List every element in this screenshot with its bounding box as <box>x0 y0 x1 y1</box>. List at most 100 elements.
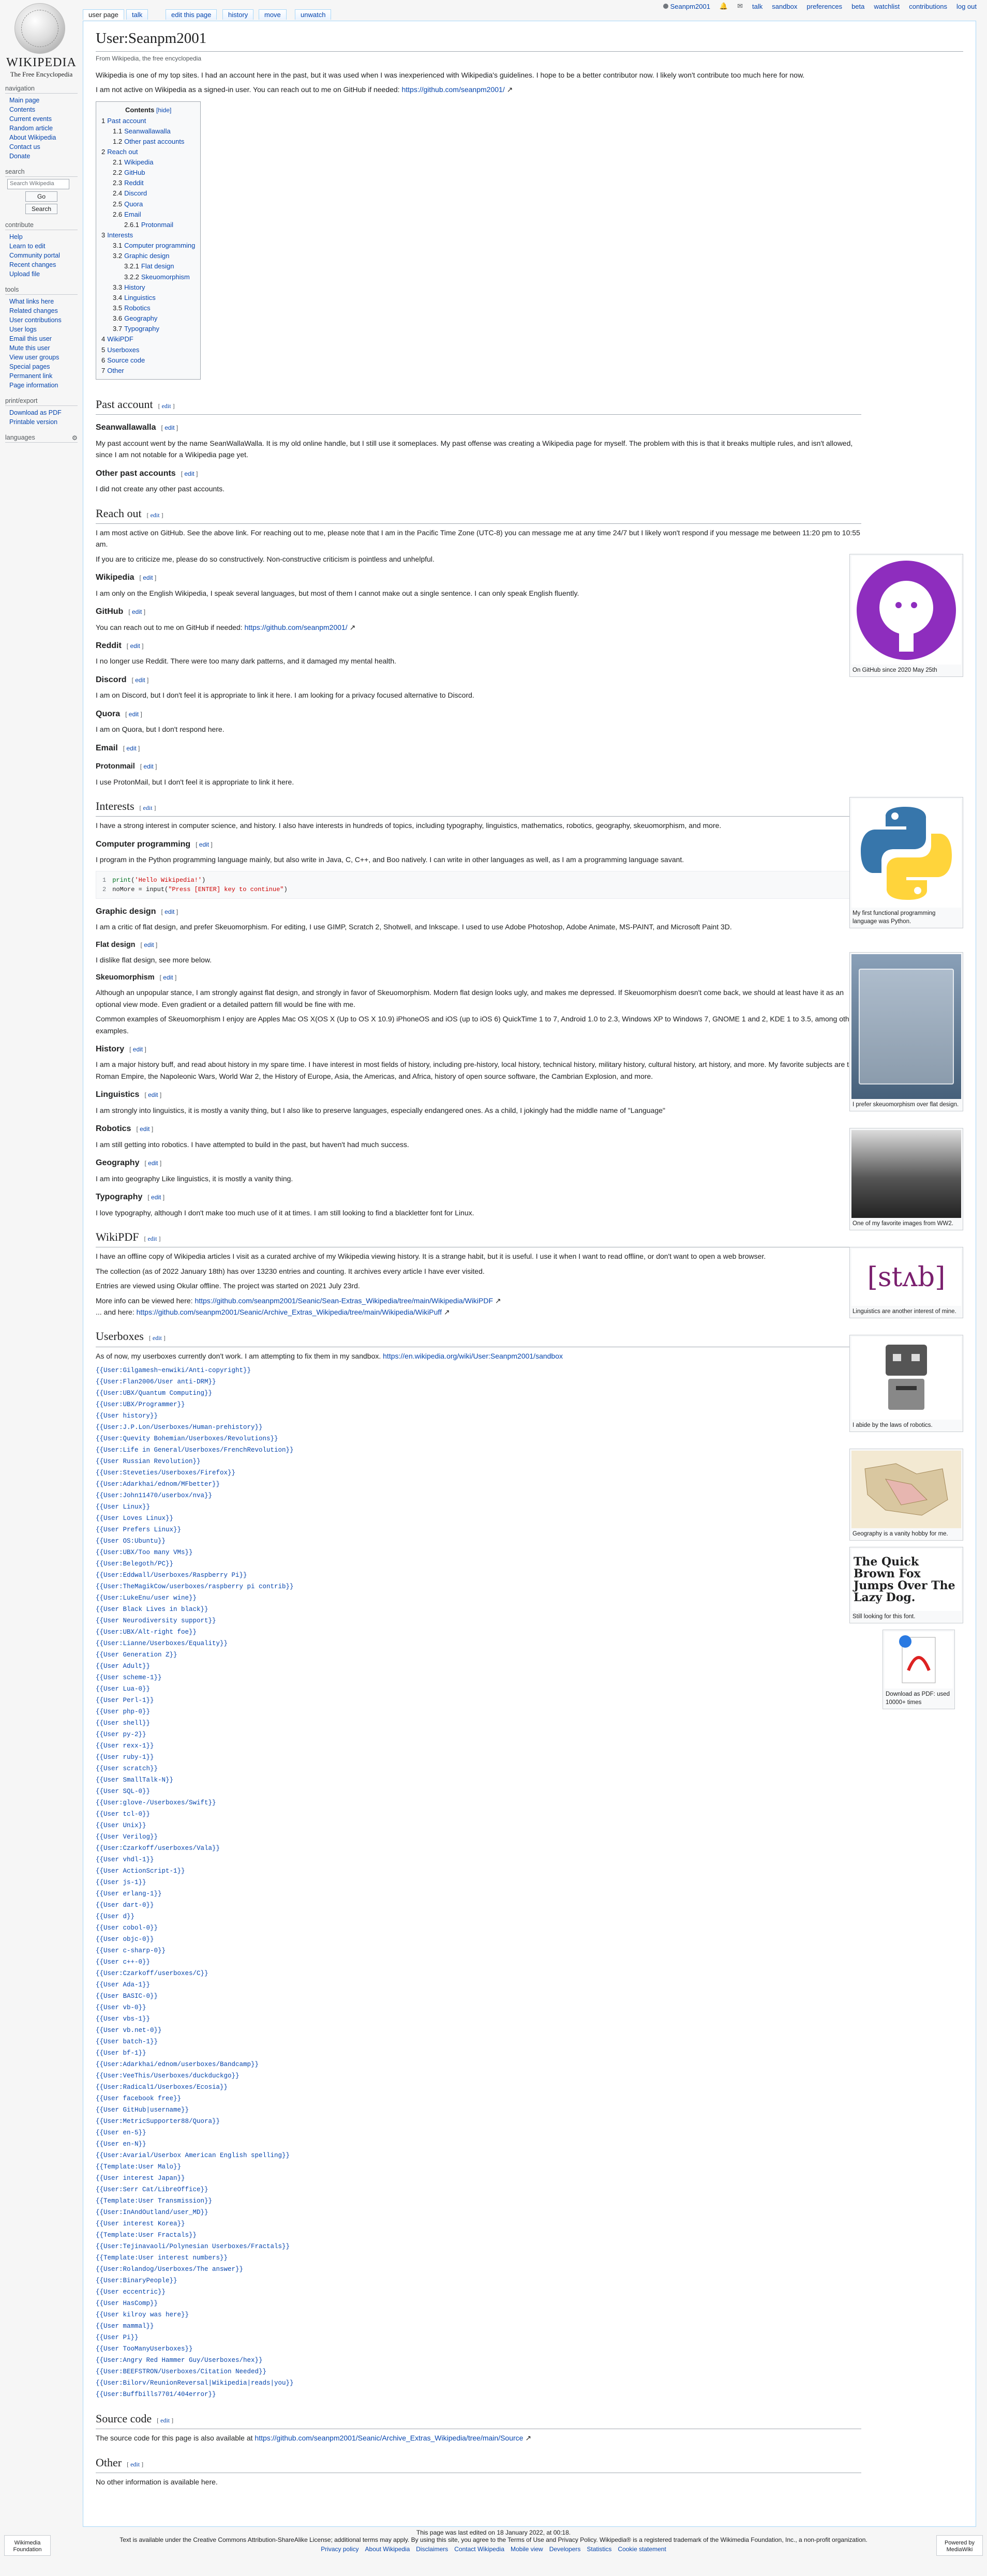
edit-link[interactable]: edit <box>153 1334 162 1342</box>
thumbnail[interactable]: Geography is a vanity hobby for me. <box>849 1449 963 1541</box>
toc-link[interactable]: Linguistics <box>124 294 156 302</box>
userbox-link[interactable]: {{User SmallTalk-N}} <box>96 1776 173 1784</box>
userbox-link[interactable]: {{User php-0}} <box>96 1708 150 1715</box>
sidebar-contribute-item[interactable]: Learn to edit <box>5 242 78 251</box>
sidebar-contribute-item[interactable]: Community portal <box>5 251 78 260</box>
toc-item[interactable]: 2.2 GitHub <box>101 168 195 178</box>
userbox-link[interactable]: {{User Pi}} <box>96 2334 139 2341</box>
toc-link[interactable]: Robotics <box>124 304 151 312</box>
edit-link[interactable]: edit <box>147 1235 157 1242</box>
userbox-link[interactable]: {{User Linux}} <box>96 1503 150 1511</box>
userbox-link[interactable]: {{User:Buffbills7701/404error}} <box>96 2391 216 2398</box>
edit-link[interactable]: edit <box>199 841 209 848</box>
toc-item[interactable]: 2 Reach out <box>101 147 195 157</box>
sidebar-print-item[interactable]: Download as PDF <box>5 408 78 417</box>
userbox-link[interactable]: {{User objc-0}} <box>96 1936 154 1943</box>
thumbnail[interactable]: I abide by the laws of robotics. <box>849 1335 963 1433</box>
tab-edit[interactable]: edit this page <box>166 9 217 20</box>
external-link[interactable]: https://github.com/seanpm2001/Seanic/Sea… <box>195 1297 493 1305</box>
userbox-link[interactable]: {{User:Steveties/Userboxes/Firefox}} <box>96 1469 235 1477</box>
sidebar-tool-item[interactable]: Email this user <box>5 334 78 343</box>
userbox-link[interactable]: {{User dart-0}} <box>96 1902 154 1909</box>
userbox-link[interactable]: {{User scratch}} <box>96 1765 158 1772</box>
thumbnail[interactable]: My first functional programming language… <box>849 797 963 929</box>
edit-link[interactable]: edit <box>129 711 139 718</box>
footer-link[interactable]: Developers <box>549 2545 581 2553</box>
sidebar-nav-item[interactable]: Random article <box>5 124 78 133</box>
userbox-link[interactable]: {{User vb.net-0}} <box>96 2027 162 2034</box>
userbox-link[interactable]: {{User:Czarkoff/userboxes/C}} <box>96 1970 208 1977</box>
userbox-link[interactable]: {{User:Czarkoff/userboxes/Vala}} <box>96 1845 220 1852</box>
edit-link[interactable]: edit <box>143 763 153 770</box>
toc-item[interactable]: 3.2.2 Skeuomorphism <box>101 272 195 282</box>
userbox-link[interactable]: {{User:Gilgamesh~enwiki/Anti-copyright}} <box>96 1367 251 1374</box>
toc-item[interactable]: 2.6.1 Protonmail <box>101 220 195 230</box>
userbox-link[interactable]: {{User SQL-0}} <box>96 1788 150 1795</box>
userbox-link[interactable]: {{User OS:Ubuntu}} <box>96 1538 166 1545</box>
edit-link[interactable]: edit <box>132 608 142 615</box>
userbox-link[interactable]: {{User scheme-1}} <box>96 1674 162 1681</box>
footer-link[interactable]: Cookie statement <box>618 2545 666 2553</box>
toc-item[interactable]: 1.2 Other past accounts <box>101 137 195 147</box>
toc-item[interactable]: 4 WikiPDF <box>101 334 195 344</box>
userbox-link[interactable]: {{Template:User interest numbers}} <box>96 2254 228 2262</box>
toc-link[interactable]: Interests <box>107 231 133 239</box>
userbox-link[interactable]: {{User TooManyUserboxes}} <box>96 2345 193 2353</box>
userbox-link[interactable]: {{User Verilog}} <box>96 1833 158 1841</box>
userbox-link[interactable]: {{User erlang-1}} <box>96 1890 162 1897</box>
sidebar-tool-item[interactable]: What links here <box>5 297 78 306</box>
userbox-link[interactable]: {{User shell}} <box>96 1720 150 1727</box>
sidebar-contribute-item[interactable]: Upload file <box>5 269 78 279</box>
userbox-link[interactable]: {{User history}} <box>96 1412 158 1420</box>
toc-item[interactable]: 2.3 Reddit <box>101 178 195 188</box>
userbox-link[interactable]: {{User Generation Z}} <box>96 1651 177 1659</box>
tab-history[interactable]: history <box>222 9 254 20</box>
toc-hide-link[interactable]: [hide] <box>156 107 171 114</box>
edit-link[interactable]: edit <box>148 1091 158 1098</box>
userbox-link[interactable]: {{User Russian Revolution}} <box>96 1458 201 1465</box>
toc-item[interactable]: 3.6 Geography <box>101 313 195 324</box>
toc-item[interactable]: 5 Userboxes <box>101 345 195 355</box>
toc-link[interactable]: Reddit <box>124 179 144 187</box>
userbox-link[interactable]: {{User:Serr Cat/LibreOffice}} <box>96 2186 208 2193</box>
userbox-link[interactable]: {{User interest Korea}} <box>96 2220 185 2227</box>
sidebar-tool-item[interactable]: Mute this user <box>5 343 78 353</box>
thumbnail[interactable]: The Quick Brown Fox Jumps Over The Lazy … <box>849 1547 963 1624</box>
userbox-link[interactable]: {{User:Radical1/Userboxes/Ecosia}} <box>96 2084 228 2091</box>
userbox-link[interactable]: {{User:UBX/Programmer}} <box>96 1401 185 1408</box>
edit-link[interactable]: edit <box>151 511 160 519</box>
userbox-link[interactable]: {{User:Adarkhai/ednom/userboxes/Bandcamp… <box>96 2061 259 2068</box>
edit-link[interactable]: edit <box>160 2417 170 2424</box>
search-button[interactable]: Search <box>25 204 57 214</box>
edit-link[interactable]: edit <box>135 676 145 684</box>
userbox-link[interactable]: {{User BASIC-0}} <box>96 1993 158 2000</box>
toc-item[interactable]: 3.2 Graphic design <box>101 251 195 261</box>
toc-item[interactable]: 3.4 Linguistics <box>101 293 195 303</box>
userbox-link[interactable]: {{User:Angry Red Hammer Guy/Userboxes/he… <box>96 2357 263 2364</box>
tab-talk[interactable]: talk <box>126 9 148 20</box>
toc-link[interactable]: Wikipedia <box>124 158 153 166</box>
sidebar-nav-item[interactable]: Donate <box>5 152 78 161</box>
userbox-link[interactable]: {{User:TheMagikCow/userboxes/raspberry p… <box>96 1583 294 1590</box>
toc-link[interactable]: GitHub <box>124 169 145 176</box>
toc-item[interactable]: 2.6 Email <box>101 209 195 220</box>
userbox-link[interactable]: {{User:Lianne/Userboxes/Equality}} <box>96 1640 228 1647</box>
edit-link[interactable]: edit <box>143 574 153 581</box>
footer-link[interactable]: Mobile view <box>511 2545 543 2553</box>
userbox-link[interactable]: {{User:BEEFSTRON/Userboxes/Citation Need… <box>96 2368 266 2375</box>
userbox-link[interactable]: {{User Adult}} <box>96 1663 150 1670</box>
userbox-link[interactable]: {{User Prefers Linux}} <box>96 1526 181 1533</box>
userbox-link[interactable]: {{User:Rolandog/Userboxes/The answer}} <box>96 2266 243 2273</box>
userbox-link[interactable]: {{User c-sharp-0}} <box>96 1947 166 1954</box>
toc-link[interactable]: Graphic design <box>124 252 169 260</box>
external-link[interactable]: https://github.com/seanpm2001/Seanic/Arc… <box>255 2434 523 2442</box>
sidebar-contribute-item[interactable]: Recent changes <box>5 260 78 269</box>
thumbnail[interactable]: One of my favorite images from WW2. <box>849 1128 963 1231</box>
toc-item[interactable]: 3.2.1 Flat design <box>101 261 195 272</box>
userbox-link[interactable]: {{User:Avarial/Userbox American English … <box>96 2152 290 2159</box>
thumbnail[interactable]: I prefer skeuomorphism over flat design. <box>849 952 963 1112</box>
toc-link[interactable]: Flat design <box>141 262 174 270</box>
toc-item[interactable]: 7 Other <box>101 366 195 376</box>
userbox-link[interactable]: {{Template:User Transmission}} <box>96 2197 212 2205</box>
toc-link[interactable]: Seanwallawalla <box>124 127 171 135</box>
